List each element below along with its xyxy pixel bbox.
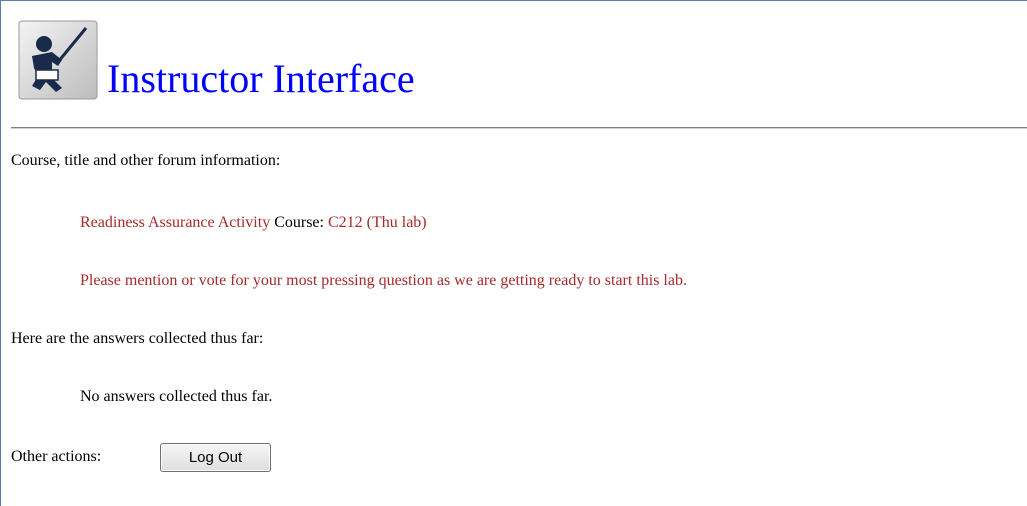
other-actions-label: Other actions: [11,448,102,465]
forum-prompt: Please mention or vote for your most pre… [80,272,687,289]
answers-empty-text: No answers collected thus far. [80,388,273,405]
instructor-pointer-icon [18,20,98,100]
page-header: Instructor Interface [11,17,1011,107]
activity-title: Readiness Assurance Activity [80,214,271,231]
page-title: Instructor Interface [107,56,415,101]
header-divider [11,127,1027,129]
course-label: Course: [274,214,324,231]
page-frame: Instructor Interface Course, title and o… [0,0,1027,506]
answers-label: Here are the answers collected thus far: [11,330,264,347]
course-info-line: Readiness Assurance Activity Course: C21… [80,213,427,233]
course-value: C212 (Thu lab) [327,214,427,231]
forum-info-label: Course, title and other forum informatio… [11,152,281,169]
logout-button[interactable]: Log Out [160,443,271,472]
